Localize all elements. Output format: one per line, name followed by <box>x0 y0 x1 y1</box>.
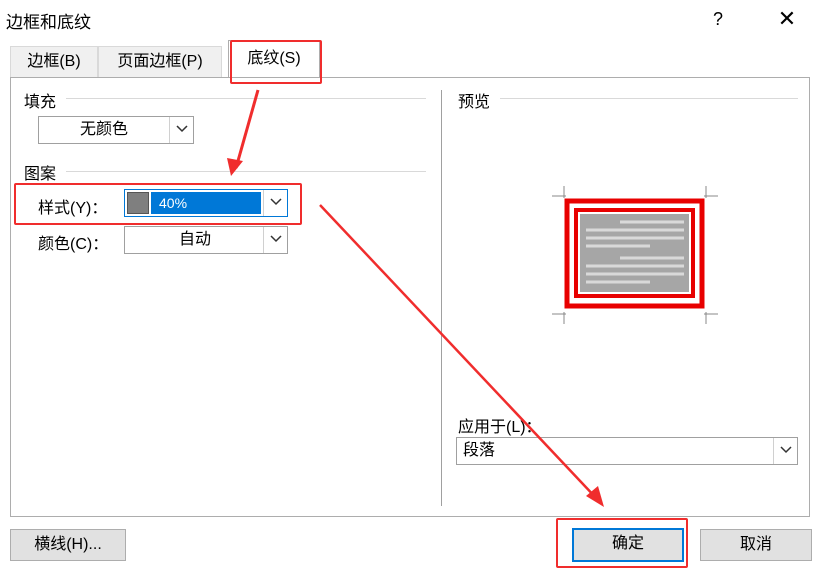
style-label: 样式(Y)： <box>38 194 108 218</box>
help-button[interactable]: ? <box>706 6 730 32</box>
horizontal-line-button[interactable]: 横线(H)... <box>10 529 126 561</box>
pattern-group-label: 图案 <box>24 160 57 184</box>
ok-button[interactable]: 确定 <box>572 528 684 562</box>
preview-group-label: 预览 <box>458 88 491 112</box>
shading-preview <box>552 186 718 324</box>
cancel-button[interactable]: 取消 <box>700 529 812 561</box>
chevron-down-icon[interactable] <box>773 438 797 464</box>
dialog-title: 边框和底纹 <box>6 13 91 32</box>
tab-borders[interactable]: 边框(B) <box>10 46 98 78</box>
apply-to-value: 段落 <box>463 442 496 459</box>
tab-page-border[interactable]: 页面边框(P) <box>98 46 222 78</box>
apply-to-select[interactable]: 段落 <box>456 437 798 465</box>
title-bar: 边框和底纹 ? ✕ <box>0 0 823 38</box>
chevron-down-icon[interactable] <box>169 117 193 143</box>
tab-shading[interactable]: 底纹(S) <box>228 40 320 78</box>
pattern-color-select[interactable]: 自动 <box>124 226 288 254</box>
style-swatch <box>127 192 149 214</box>
fill-divider <box>66 98 426 99</box>
chevron-down-icon[interactable] <box>263 227 287 253</box>
pattern-divider <box>66 171 426 172</box>
fill-group-label: 填充 <box>24 88 57 112</box>
chevron-down-icon[interactable] <box>263 190 287 216</box>
fill-color-value: 无颜色 <box>79 121 128 138</box>
group-separator <box>441 90 442 506</box>
style-select[interactable]: 40% <box>124 189 288 217</box>
pattern-color-value: 自动 <box>178 231 211 248</box>
fill-color-select[interactable]: 无颜色 <box>38 116 194 144</box>
preview-divider <box>500 98 798 99</box>
preview-shading <box>580 214 689 292</box>
apply-to-label: 应用于(L)： <box>458 413 542 437</box>
style-value: 40% <box>151 192 261 214</box>
color-label: 颜色(C)： <box>38 230 109 254</box>
close-button[interactable]: ✕ <box>770 4 804 34</box>
